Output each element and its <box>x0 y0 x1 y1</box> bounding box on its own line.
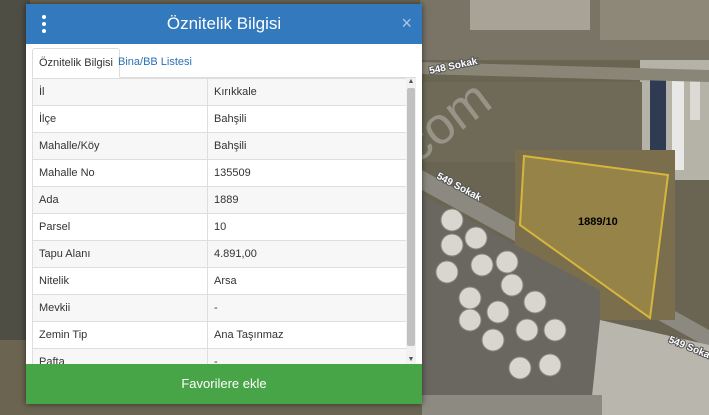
table-row: Mevkii - <box>32 294 408 322</box>
table-row: Pafta - <box>32 348 408 364</box>
attribute-value: 10 <box>207 213 408 241</box>
close-icon[interactable]: × <box>401 13 412 34</box>
add-to-favorites-button[interactable]: Favorilere ekle <box>26 364 422 404</box>
attribute-table: İl Kırıkkale İlçe Bahşili Mahalle/Köy Bahşili… <box>32 78 408 364</box>
attribute-key: Nitelik <box>32 267 208 295</box>
attribute-value: 1889 <box>207 186 408 214</box>
scroll-down-arrow-icon[interactable]: ▼ <box>407 356 415 364</box>
attribute-value: 4.891,00 <box>207 240 408 268</box>
modal-title: Öznitelik Bilgisi <box>166 14 282 33</box>
table-row: Zemin Tip Ana Taşınmaz <box>32 321 408 349</box>
attribute-key: Parsel <box>32 213 208 241</box>
attribute-key: Pafta <box>32 348 208 364</box>
table-row: Mahalle/Köy Bahşili <box>32 132 408 160</box>
table-row: Nitelik Arsa <box>32 267 408 295</box>
attribute-value: - <box>207 294 408 322</box>
attribute-key: İlçe <box>32 105 208 133</box>
tab-building-list[interactable]: Bina/BB Listesi <box>112 48 198 76</box>
attribute-key: Zemin Tip <box>32 321 208 349</box>
table-row: İl Kırıkkale <box>32 78 408 106</box>
scrollbar[interactable]: ▲ ▼ <box>406 78 416 364</box>
attribute-info-modal: Öznitelik Bilgisi × Öznitelik Bilgisi Bi… <box>26 4 422 404</box>
attribute-value: Bahşili <box>207 132 408 160</box>
table-row: Parsel 10 <box>32 213 408 241</box>
attribute-key: Mevkii <box>32 294 208 322</box>
attribute-value: Kırıkkale <box>207 78 408 106</box>
attribute-value: Arsa <box>207 267 408 295</box>
attribute-key: İl <box>32 78 208 106</box>
table-row: İlçe Bahşili <box>32 105 408 133</box>
table-row: Tapu Alanı 4.891,00 <box>32 240 408 268</box>
attribute-table-container[interactable]: İl Kırıkkale İlçe Bahşili Mahalle/Köy Bahşili… <box>32 78 416 364</box>
table-row: Mahalle No 135509 <box>32 159 408 187</box>
attribute-key: Mahalle No <box>32 159 208 187</box>
scroll-thumb[interactable] <box>407 88 415 346</box>
tab-bar: Öznitelik Bilgisi Bina/BB Listesi <box>32 48 416 78</box>
scroll-up-arrow-icon[interactable]: ▲ <box>407 78 415 86</box>
parcel-label: 1889/10 <box>578 216 618 228</box>
attribute-value: 135509 <box>207 159 408 187</box>
table-row: Ada 1889 <box>32 186 408 214</box>
attribute-value: Ana Taşınmaz <box>207 321 408 349</box>
attribute-key: Ada <box>32 186 208 214</box>
tab-attribute-info[interactable]: Öznitelik Bilgisi <box>32 48 120 78</box>
attribute-value: - <box>207 348 408 364</box>
modal-header: Öznitelik Bilgisi × <box>26 4 422 44</box>
attribute-value: Bahşili <box>207 105 408 133</box>
attribute-key: Mahalle/Köy <box>32 132 208 160</box>
attribute-key: Tapu Alanı <box>32 240 208 268</box>
